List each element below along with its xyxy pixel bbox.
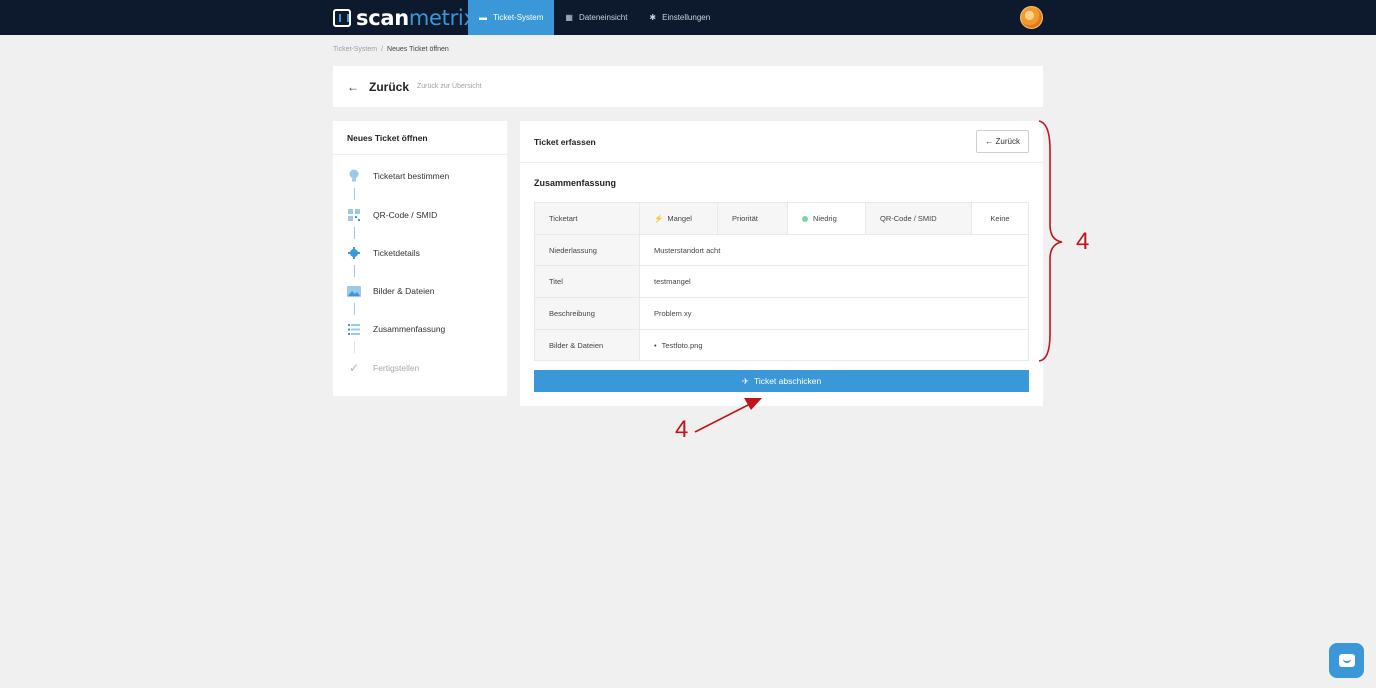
main-nav: ▬ Ticket-System ▦ Dateneinsicht ✱ Einste… [468,0,721,35]
step-zusammenfassung[interactable]: Zusammenfassung [347,322,445,336]
cell-label: Priorität [717,202,788,235]
table-row: Beschreibung Problem xy [534,297,1029,330]
back-link[interactable]: Zurück [369,80,409,94]
nav-item-dateneinsicht[interactable]: ▦ Dateneinsicht [554,0,638,35]
prioritaet-value: Niedrig [813,213,837,223]
step-bilder-dateien[interactable]: Bilder & Dateien [347,284,434,298]
user-avatar[interactable] [1020,6,1043,29]
table-row: Ticketart ⚡ Mangel Priorität Niedrig QR-C… [534,202,1029,235]
step-label: QR-Code / SMID [373,210,438,220]
annotation-number-arrow: 4 [675,416,689,443]
annotation-number-brace: 4 [1076,228,1090,255]
top-navbar: scanmetrix ▬ Ticket-System ▦ Dateneinsic… [0,0,1376,35]
cell-value: testmangel [639,265,1029,299]
step-label: Zusammenfassung [373,324,446,334]
chat-icon [1338,654,1355,667]
back-arrow-icon[interactable]: ← [347,80,359,94]
check-icon: ✓ [348,361,360,375]
section-title: Zusammenfassung [534,178,617,188]
tickets-icon: ▬ [479,13,487,22]
breadcrumb-root[interactable]: Ticket-System [333,46,377,53]
step-connector [354,265,355,277]
image-icon [347,284,361,298]
submit-ticket-button[interactable]: ✈ Ticket abschicken [534,370,1029,392]
step-label: Fertigstellen [373,363,420,373]
gear-icon [347,246,361,260]
cell-label: Niederlassung [534,233,640,267]
step-connector [354,341,355,353]
step-connector [354,303,355,315]
back-button[interactable]: ← Zurück [976,130,1029,153]
table-row: Bilder & Dateien Testfoto.png [534,328,1029,362]
logo-text-scan: scan [356,6,409,30]
cell-value: Niedrig [787,202,866,235]
card-title: Ticket erfassen [534,136,596,147]
scanmetrix-logo[interactable]: scanmetrix [333,5,476,31]
step-label: Ticketart bestimmen [373,171,450,181]
cell-value: Testfoto.png [639,328,1029,362]
cell-label: QR-Code / SMID [865,202,972,235]
back-button-label: Zurück [995,137,1020,146]
step-ticketart[interactable]: Ticketart bestimmen [347,169,449,183]
card-header: Ticket erfassen ← Zurück [520,121,1043,163]
nav-item-label: Ticket-System [493,13,544,22]
lightning-icon: ⚡ [654,213,664,223]
paper-plane-icon: ✈ [741,375,749,386]
lightbulb-icon [347,169,361,183]
breadcrumb-current: Neues Ticket öffnen [387,46,449,53]
list-icon [347,322,361,336]
steps-panel: Neues Ticket öffnen Ticketart bestimmen … [333,121,507,396]
nav-item-label: Einstellungen [662,13,711,22]
breadcrumb-separator: / [381,46,384,53]
summary-table: Ticketart ⚡ Mangel Priorität Niedrig QR-C… [534,202,1029,362]
chat-widget-button[interactable] [1329,643,1364,678]
cell-label: Beschreibung [534,297,640,330]
breadcrumb: Ticket-System / Neues Ticket öffnen [333,46,449,53]
priority-dot-icon [802,215,808,222]
file-list-item[interactable]: Testfoto.png [654,341,703,350]
ticketart-value: Mangel [667,213,692,223]
table-row: Niederlassung Musterstandort acht [534,233,1029,267]
step-ticketdetails[interactable]: Ticketdetails [347,246,420,260]
gear-icon: ✱ [649,13,657,22]
page-header: ← Zurück Zurück zur Übersicht [333,66,1043,107]
steps-title: Neues Ticket öffnen [333,121,507,155]
step-label: Ticketdetails [373,248,420,258]
cell-label: Titel [534,265,640,299]
back-subtitle: Zurück zur Übersicht [417,83,482,90]
cell-value: Problem xy [639,297,1029,330]
cell-value: Musterstandort acht [639,233,1029,267]
step-fertigstellen[interactable]: ✓ Fertigstellen [347,361,419,375]
data-icon: ▦ [565,13,573,22]
nav-item-einstellungen[interactable]: ✱ Einstellungen [638,0,721,35]
logo-icon [333,9,351,27]
cell-value: Keine [971,202,1029,235]
nav-item-label: Dateneinsicht [578,13,628,22]
cell-label: Ticketart [534,202,640,235]
ticket-form-card: Ticket erfassen ← Zurück Zusammenfassung… [520,121,1043,406]
step-label: Bilder & Dateien [373,286,435,296]
cell-label: Bilder & Dateien [534,328,640,362]
annotation-arrow-line [694,402,753,433]
arrow-left-icon: ← [985,137,994,146]
table-row: Titel testmangel [534,265,1029,299]
cell-value: ⚡ Mangel [639,202,718,235]
step-connector [354,188,355,200]
qr-code-icon [347,208,361,222]
step-qr-code[interactable]: QR-Code / SMID [347,208,437,222]
step-connector [354,227,355,239]
logo-text-metrix: metrix [408,6,476,30]
nav-item-ticket-system[interactable]: ▬ Ticket-System [468,0,555,35]
submit-label: Ticket abschicken [753,376,822,386]
